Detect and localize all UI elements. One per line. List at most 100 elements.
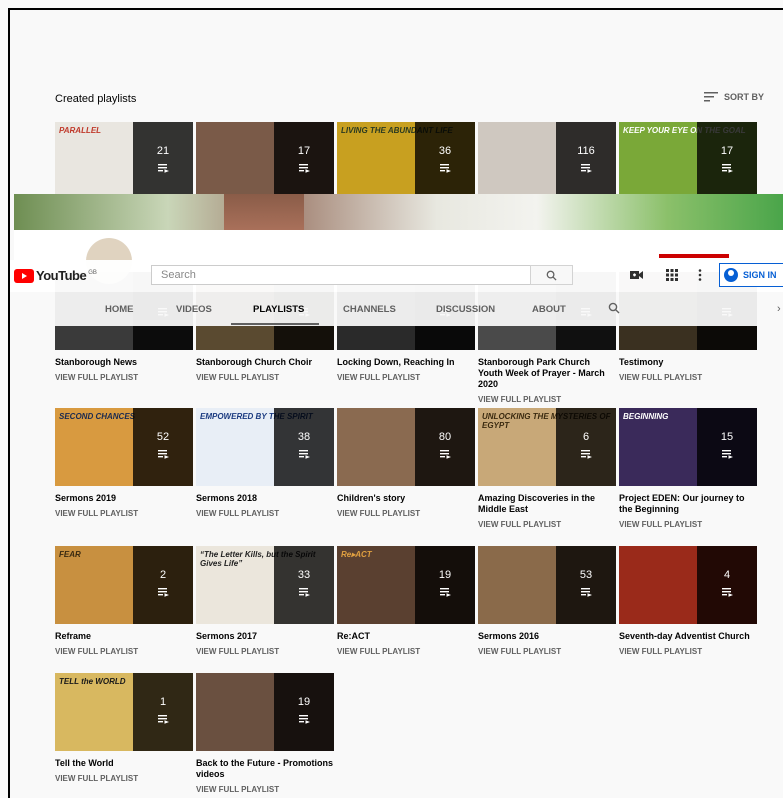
playlist-title[interactable]: Testimony (619, 357, 757, 368)
video-count: 17 (297, 144, 311, 157)
tab-about[interactable]: ABOUT (532, 304, 566, 315)
playlist-card[interactable]: SECOND CHANCES 52 Sermons 2019 VIEW FULL PL… (55, 408, 193, 518)
playlist-card[interactable]: LIVING THE ABUNDANT LIFE 36 (337, 122, 475, 200)
search-button[interactable] (530, 265, 573, 285)
apps-grid-icon[interactable] (666, 269, 678, 281)
playlist-thumbnail[interactable]: 80 (337, 408, 475, 486)
video-count: 52 (156, 430, 170, 443)
view-full-playlist-link[interactable]: VIEW FULL PLAYLIST (196, 373, 334, 382)
playlist-thumbnail[interactable]: “The Letter Kills, but the Spirit Gives … (196, 546, 334, 624)
playlist-card[interactable]: 80 Children's story VIEW FULL PLAYLIST (337, 408, 475, 518)
playlist-count-overlay: 53 (556, 546, 616, 624)
video-count: 1 (159, 695, 167, 708)
view-full-playlist-link[interactable]: VIEW FULL PLAYLIST (337, 647, 475, 656)
playlist-card[interactable]: 17 (196, 122, 334, 200)
thumbnail-art-text: TELL the WORLD (59, 677, 126, 686)
playlist-thumbnail[interactable]: KEEP YOUR EYE ON THE GOAL 17 (619, 122, 757, 200)
playlist-title[interactable]: Seventh-day Adventist Church (619, 631, 757, 642)
playlist-card[interactable]: Re▸ACT 19 Re:ACT VIEW FULL PLAYLIST (337, 546, 475, 656)
sign-in-button[interactable]: SIGN IN (719, 263, 783, 287)
sort-by-button[interactable]: SORT BY (704, 92, 764, 102)
masthead: YouTube GB SIGN IN (10, 260, 783, 292)
view-full-playlist-link[interactable]: VIEW FULL PLAYLIST (55, 373, 193, 382)
tab-home[interactable]: HOME (105, 304, 134, 315)
sort-icon (704, 92, 718, 102)
view-full-playlist-link[interactable]: VIEW FULL PLAYLIST (478, 520, 616, 529)
view-full-playlist-link[interactable]: VIEW FULL PLAYLIST (478, 647, 616, 656)
playlist-icon (157, 163, 169, 173)
more-vert-icon[interactable] (698, 269, 702, 281)
video-camera-icon[interactable] (630, 269, 643, 281)
playlist-card[interactable]: 53 Sermons 2016 VIEW FULL PLAYLIST (478, 546, 616, 656)
playlist-icon (721, 163, 733, 173)
view-full-playlist-link[interactable]: VIEW FULL PLAYLIST (478, 395, 616, 404)
playlist-title[interactable]: Stanborough Park Church Youth Week of Pr… (478, 357, 616, 390)
tabs-scroll-right-icon[interactable]: › (777, 303, 781, 315)
playlist-thumbnail[interactable]: PARALLEL 21 (55, 122, 193, 200)
playlist-title[interactable]: Tell the World (55, 758, 193, 769)
playlist-thumbnail[interactable]: UNLOCKING THE MYSTERIES OF EGYPT 6 (478, 408, 616, 486)
view-full-playlist-link[interactable]: VIEW FULL PLAYLIST (337, 509, 475, 518)
playlist-card[interactable]: “The Letter Kills, but the Spirit Gives … (196, 546, 334, 656)
channel-banner (14, 194, 783, 230)
playlist-thumbnail[interactable]: 116 (478, 122, 616, 200)
playlist-thumbnail[interactable]: EMPOWERED BY THE SPIRIT 38 (196, 408, 334, 486)
view-full-playlist-link[interactable]: VIEW FULL PLAYLIST (196, 509, 334, 518)
search-icon[interactable] (608, 302, 620, 314)
playlist-card[interactable]: BEGINNING 15 Project EDEN: Our journey to … (619, 408, 757, 529)
playlist-title[interactable]: Sermons 2016 (478, 631, 616, 642)
playlist-icon (721, 449, 733, 459)
playlist-card[interactable]: PARALLEL 21 (55, 122, 193, 200)
playlist-thumbnail[interactable]: 53 (478, 546, 616, 624)
view-full-playlist-link[interactable]: VIEW FULL PLAYLIST (55, 774, 193, 783)
playlist-card[interactable]: 4 Seventh-day Adventist Church VIEW FULL P… (619, 546, 757, 656)
playlist-title[interactable]: Sermons 2017 (196, 631, 334, 642)
view-full-playlist-link[interactable]: VIEW FULL PLAYLIST (196, 647, 334, 656)
view-full-playlist-link[interactable]: VIEW FULL PLAYLIST (55, 647, 193, 656)
playlist-card[interactable]: FEAR 2 Reframe VIEW FULL PLAYLIST (55, 546, 193, 656)
youtube-logo[interactable]: YouTube GB (14, 268, 97, 283)
playlist-thumbnail[interactable]: Re▸ACT 19 (337, 546, 475, 624)
view-full-playlist-link[interactable]: VIEW FULL PLAYLIST (619, 647, 757, 656)
view-full-playlist-link[interactable]: VIEW FULL PLAYLIST (619, 520, 757, 529)
playlist-title[interactable]: Children's story (337, 493, 475, 504)
playlist-card[interactable]: 19 Back to the Future - Promotions videos… (196, 673, 334, 794)
banner-church-image (224, 194, 304, 230)
playlist-card[interactable]: TELL the WORLD 1 Tell the World VIEW FULL P… (55, 673, 193, 783)
view-full-playlist-link[interactable]: VIEW FULL PLAYLIST (337, 373, 475, 382)
section-title: Created playlists (55, 93, 137, 105)
active-tab-indicator (231, 323, 319, 325)
playlist-thumbnail[interactable]: SECOND CHANCES 52 (55, 408, 193, 486)
playlist-thumbnail[interactable]: BEGINNING 15 (619, 408, 757, 486)
tab-discussion[interactable]: DISCUSSION (436, 304, 495, 315)
playlist-title[interactable]: Reframe (55, 631, 193, 642)
playlist-title[interactable]: Project EDEN: Our journey to the Beginni… (619, 493, 757, 515)
playlist-thumbnail[interactable]: TELL the WORLD 1 (55, 673, 193, 751)
playlist-count-overlay: 15 (697, 408, 757, 486)
playlist-thumbnail[interactable]: FEAR 2 (55, 546, 193, 624)
playlist-title[interactable]: Amazing Discoveries in the Middle East (478, 493, 616, 515)
playlist-title[interactable]: Re:ACT (337, 631, 475, 642)
playlist-title[interactable]: Locking Down, Reaching In (337, 357, 475, 368)
view-full-playlist-link[interactable]: VIEW FULL PLAYLIST (619, 373, 757, 382)
view-full-playlist-link[interactable]: VIEW FULL PLAYLIST (55, 509, 193, 518)
playlist-title[interactable]: Sermons 2019 (55, 493, 193, 504)
subscribe-button-edge[interactable] (659, 254, 729, 258)
playlist-title[interactable]: Stanborough News (55, 357, 193, 368)
tab-videos[interactable]: VIDEOS (176, 304, 212, 315)
tab-channels[interactable]: CHANNELS (343, 304, 396, 315)
playlist-title[interactable]: Sermons 2018 (196, 493, 334, 504)
playlist-thumbnail[interactable]: 19 (196, 673, 334, 751)
playlist-card[interactable]: UNLOCKING THE MYSTERIES OF EGYPT 6 Amazing… (478, 408, 616, 529)
playlist-thumbnail[interactable]: 4 (619, 546, 757, 624)
playlist-title[interactable]: Stanborough Church Choir (196, 357, 334, 368)
tab-playlists[interactable]: PLAYLISTS (253, 304, 304, 315)
view-full-playlist-link[interactable]: VIEW FULL PLAYLIST (196, 785, 334, 794)
search-input[interactable] (151, 265, 531, 285)
playlist-card[interactable]: 116 (478, 122, 616, 200)
playlist-title[interactable]: Back to the Future - Promotions videos (196, 758, 334, 780)
playlist-thumbnail[interactable]: LIVING THE ABUNDANT LIFE 36 (337, 122, 475, 200)
playlist-card[interactable]: KEEP YOUR EYE ON THE GOAL 17 (619, 122, 757, 200)
playlist-card[interactable]: EMPOWERED BY THE SPIRIT 38 Sermons 2018 VIE… (196, 408, 334, 518)
playlist-thumbnail[interactable]: 17 (196, 122, 334, 200)
